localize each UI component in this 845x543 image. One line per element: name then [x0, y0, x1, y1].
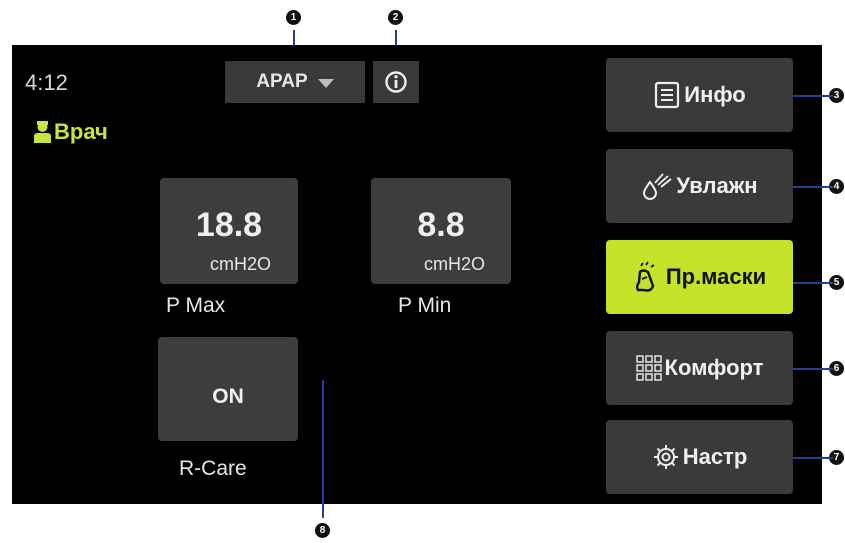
pmax-unit: cmH2O	[210, 254, 272, 274]
pmin-value: 8.8	[417, 206, 465, 244]
clock: 4:12	[25, 70, 68, 95]
rcare-label: R-Care	[179, 457, 247, 480]
humidifier-icon	[643, 173, 672, 200]
info-menu-button[interactable]: Инфо	[606, 58, 793, 132]
callout-5-leader	[793, 282, 833, 284]
chevron-down-icon	[317, 79, 334, 88]
pmax-label: P Max	[166, 294, 226, 317]
comfort-button[interactable]: Комфорт	[606, 331, 793, 405]
grid-icon	[635, 355, 662, 381]
rcare-value: ON	[212, 385, 244, 408]
pmax-value: 18.8	[195, 206, 263, 244]
callout-1: 1	[286, 10, 301, 25]
pmax-tile[interactable]: 18.8 cmH2O	[160, 178, 298, 284]
callout-6-leader	[793, 368, 833, 370]
user-role-label: Врач	[54, 119, 108, 144]
comfort-label: Комфорт	[664, 355, 764, 380]
mode-selector-value: APAP	[256, 71, 308, 92]
gear-icon	[653, 445, 678, 469]
mask-fit-icon	[635, 261, 655, 292]
callout-3-leader	[793, 95, 833, 97]
callout-8-leader	[322, 380, 324, 518]
info-button[interactable]	[373, 61, 419, 103]
callout-4-leader	[793, 186, 833, 188]
humidifier-button[interactable]: Увлажн	[606, 149, 793, 223]
pmin-tile[interactable]: 8.8 cmH2O	[371, 178, 511, 284]
pmin-unit: cmH2O	[424, 254, 486, 274]
callout-7-leader	[793, 457, 833, 459]
settings-button[interactable]: Настр	[606, 420, 793, 494]
settings-label: Настр	[682, 444, 748, 469]
info-icon	[385, 71, 407, 93]
rcare-tile[interactable]: ON	[158, 337, 298, 441]
humidifier-label: Увлажн	[676, 173, 758, 198]
mask-fit-label: Пр.маски	[665, 264, 767, 289]
callout-8: 8	[315, 523, 330, 538]
mode-selector[interactable]: APAP	[225, 61, 365, 103]
mask-fit-button[interactable]: Пр.маски	[606, 240, 793, 314]
callout-2: 2	[388, 10, 403, 25]
doctor-icon	[34, 121, 51, 143]
pmin-label: P Min	[398, 294, 452, 317]
document-icon	[655, 81, 680, 109]
info-menu-label: Инфо	[684, 82, 746, 107]
user-role: Врач	[33, 119, 108, 145]
